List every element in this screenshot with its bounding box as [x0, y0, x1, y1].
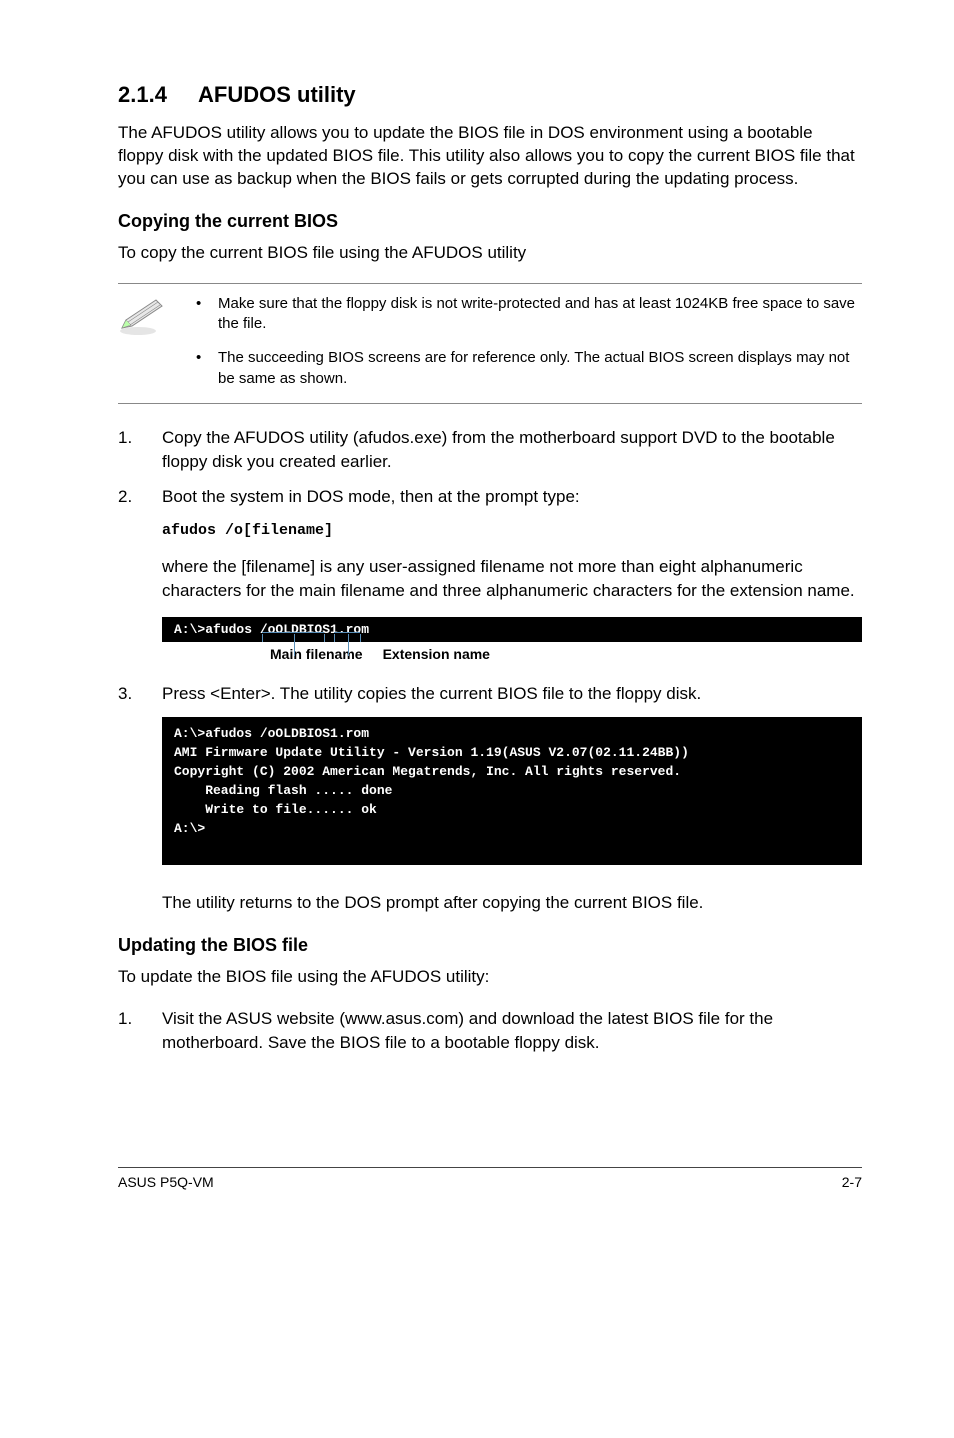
- cmd-explanation: where the [filename] is any user-assigne…: [162, 555, 862, 603]
- afudos-command: afudos /o[filename]: [162, 522, 333, 539]
- note-item: Make sure that the floppy disk is not wr…: [196, 294, 862, 335]
- pencil-icon: [118, 294, 178, 341]
- footer-right: 2-7: [842, 1174, 862, 1190]
- filename-annotation: Main filename Extension name: [162, 646, 862, 662]
- update-heading: Updating the BIOS file: [118, 935, 862, 956]
- step-item: Press <Enter>. The utility copies the cu…: [162, 682, 862, 706]
- copy-after-text: The utility returns to the DOS prompt af…: [162, 891, 862, 915]
- section-title: AFUDOS utility: [198, 82, 356, 107]
- step-item: Copy the AFUDOS utility (afudos.exe) fro…: [162, 426, 862, 474]
- page-footer: ASUS P5Q-VM 2-7: [118, 1167, 862, 1190]
- section-heading: 2.1.4AFUDOS utility: [118, 82, 862, 108]
- main-filename-label: Main filename: [270, 646, 363, 662]
- copy-lead: To copy the current BIOS file using the …: [118, 242, 862, 265]
- copy-heading: Copying the current BIOS: [118, 211, 862, 232]
- terminal-output-2: A:\>afudos /oOLDBIOS1.rom AMI Firmware U…: [162, 717, 862, 865]
- terminal-output-1: A:\>afudos /oOLDBIOS1.rom: [162, 617, 862, 642]
- step-item: Boot the system in DOS mode, then at the…: [162, 485, 862, 541]
- section-number: 2.1.4: [118, 82, 198, 108]
- step-text: Boot the system in DOS mode, then at the…: [162, 487, 580, 506]
- intro-paragraph: The AFUDOS utility allows you to update …: [118, 122, 862, 191]
- update-lead: To update the BIOS file using the AFUDOS…: [118, 966, 862, 989]
- note-item: The succeeding BIOS screens are for refe…: [196, 348, 862, 389]
- note-box: Make sure that the floppy disk is not wr…: [118, 283, 862, 404]
- step-item: Visit the ASUS website (www.asus.com) an…: [162, 1007, 862, 1055]
- footer-left: ASUS P5Q-VM: [118, 1174, 214, 1190]
- extension-name-label: Extension name: [383, 646, 490, 662]
